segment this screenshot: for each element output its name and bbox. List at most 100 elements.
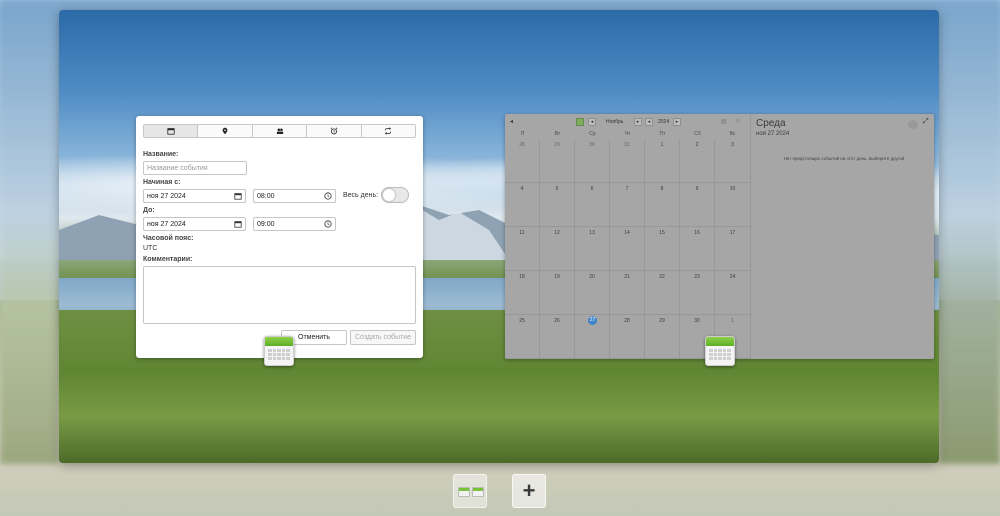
weekday-header: П	[520, 131, 525, 137]
day-number: 8	[660, 186, 664, 192]
start-time-input[interactable]: 08:00	[253, 189, 336, 203]
day-number: 23	[694, 274, 700, 280]
day-number: 6	[590, 186, 594, 192]
day-cell[interactable]: 26	[540, 315, 575, 359]
selected-weekday: Среда	[756, 118, 786, 129]
day-cell[interactable]: 13	[575, 227, 610, 271]
calendar-icon	[167, 128, 175, 135]
calendar-app-icon[interactable]	[264, 336, 294, 366]
sidebar-back-icon[interactable]: ◂	[510, 118, 513, 125]
end-label: До:	[143, 207, 155, 214]
calendar-window[interactable]: ◂ ◂ Ноябрь ▸ ◂ 2024 ▸ ▤ ⚙ П Вт Ср Чт Пт …	[505, 114, 934, 359]
day-cell[interactable]: 28	[505, 139, 540, 183]
title-label: Название:	[143, 151, 179, 158]
day-cell[interactable]: 22	[645, 271, 680, 315]
day-cell[interactable]: 19	[540, 271, 575, 315]
day-cell[interactable]: 23	[680, 271, 715, 315]
day-cell[interactable]: 16	[680, 227, 715, 271]
end-time-value: 09:00	[257, 221, 275, 228]
day-number: 1	[731, 318, 734, 324]
day-cell[interactable]: 17	[715, 227, 750, 271]
weekday-header-row: П Вт Ср Чт Пт Сб Вс	[505, 130, 750, 139]
clock-icon[interactable]	[324, 192, 332, 200]
calendar-picker-icon[interactable]	[234, 192, 242, 200]
tab-attendees[interactable]	[252, 125, 308, 137]
day-cell[interactable]: 21	[610, 271, 645, 315]
next-month-button[interactable]: ▸	[634, 118, 642, 126]
day-number: 30	[589, 142, 595, 148]
day-cell[interactable]: 7	[610, 183, 645, 227]
day-cell-today[interactable]: 27	[575, 315, 610, 359]
start-time-value: 08:00	[257, 193, 275, 200]
day-cell[interactable]: 14	[610, 227, 645, 271]
expand-icon[interactable]: ⤢	[923, 118, 929, 126]
day-number: 30	[694, 318, 700, 324]
comment-textarea[interactable]	[143, 266, 416, 324]
add-workspace-button[interactable]: +	[512, 474, 546, 508]
day-number: 9	[695, 186, 699, 192]
end-date-input[interactable]: ноя 27 2024	[143, 217, 246, 231]
day-number: 4	[520, 186, 524, 192]
timezone-value: UTC	[143, 245, 158, 252]
day-cell[interactable]: 28	[610, 315, 645, 359]
day-number: 17	[729, 230, 736, 236]
prev-year-button[interactable]: ◂	[645, 118, 653, 126]
day-cell[interactable]: 30	[575, 139, 610, 183]
calendar-picker-icon[interactable]	[234, 220, 242, 228]
tab-general[interactable]	[144, 125, 199, 137]
day-cell[interactable]: 3	[715, 139, 750, 183]
weeks-grid: 28 29 30 31 1 2 3 4 5 6 7 8 9 10 11 12 13 14 15 16 17 18 19 20 2…	[505, 139, 750, 359]
calendar-app-icon[interactable]	[705, 336, 735, 366]
day-cell[interactable]: 1	[645, 139, 680, 183]
start-label: Начиная с:	[143, 179, 181, 186]
create-event-button[interactable]: Создать событие	[350, 330, 416, 345]
next-workspace-preview[interactable]	[940, 8, 1000, 464]
month-grid: П Вт Ср Чт Пт Сб Вс 28 29 30 31 1 2 3 4 5 6 7 8 9 10 1…	[505, 130, 750, 359]
tab-reminders[interactable]	[307, 125, 362, 137]
day-cell[interactable]: 4	[505, 183, 540, 227]
day-number: 18	[519, 274, 525, 280]
day-cell[interactable]: 29	[540, 139, 575, 183]
day-cell[interactable]: 8	[645, 183, 680, 227]
day-cell[interactable]: 15	[645, 227, 680, 271]
day-number: 5	[555, 186, 559, 192]
previous-workspace-preview[interactable]	[0, 8, 58, 464]
day-number: 3	[731, 142, 734, 148]
prev-month-button[interactable]: ◂	[588, 118, 596, 126]
tab-recurrence[interactable]	[361, 125, 415, 137]
day-cell[interactable]: 2	[680, 139, 715, 183]
day-cell[interactable]: 10	[715, 183, 750, 227]
calendar-icon[interactable]	[576, 118, 584, 126]
day-cell[interactable]: 18	[505, 271, 540, 315]
day-cell[interactable]: 29	[645, 315, 680, 359]
no-events-message: Нет предстоящих событий на этот день, вы…	[783, 156, 905, 161]
day-cell[interactable]: 24	[715, 271, 750, 315]
day-cell[interactable]: 20	[575, 271, 610, 315]
add-event-icon[interactable]	[908, 120, 918, 129]
tab-location[interactable]	[198, 125, 253, 137]
day-number: 7	[625, 186, 629, 192]
day-cell[interactable]: 25	[505, 315, 540, 359]
event-tabs	[143, 124, 416, 138]
calendar-toolbar: ◂ ◂ Ноябрь ▸ ◂ 2024 ▸ ▤ ⚙	[505, 114, 750, 130]
settings-icon[interactable]: ⚙	[735, 118, 740, 125]
title-input[interactable]: Название события	[143, 161, 247, 175]
day-number: 26	[554, 318, 560, 324]
attendees-icon	[276, 128, 283, 135]
day-cell[interactable]: 31	[610, 139, 645, 183]
day-cell[interactable]: 6	[575, 183, 610, 227]
day-number: 24	[729, 274, 736, 280]
title-placeholder: Название события	[147, 165, 208, 172]
start-date-input[interactable]: ноя 27 2024	[143, 189, 246, 203]
workspace-thumbnail[interactable]	[453, 474, 487, 508]
next-year-button[interactable]: ▸	[673, 118, 681, 126]
day-cell[interactable]: 9	[680, 183, 715, 227]
day-cell[interactable]: 12	[540, 227, 575, 271]
clock-icon[interactable]	[324, 220, 332, 228]
day-cell[interactable]: 11	[505, 227, 540, 271]
day-cell[interactable]: 5	[540, 183, 575, 227]
end-time-input[interactable]: 09:00	[253, 217, 336, 231]
day-number: 28	[519, 142, 525, 148]
list-view-icon[interactable]: ▤	[721, 118, 727, 125]
all-day-toggle[interactable]	[381, 187, 409, 203]
